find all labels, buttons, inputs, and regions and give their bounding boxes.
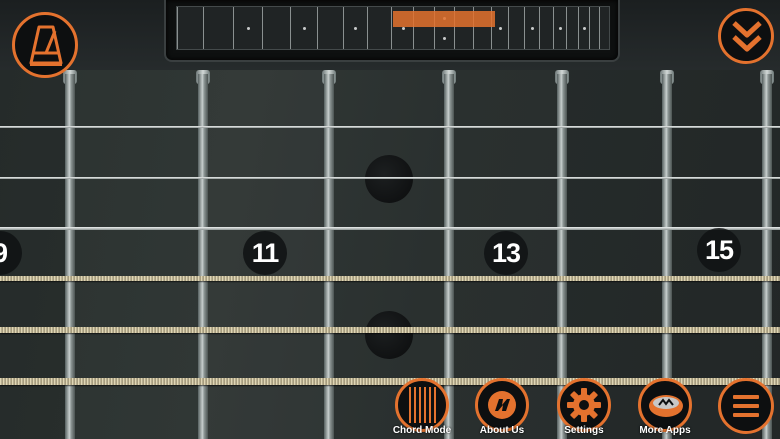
string-2[interactable] <box>0 177 780 179</box>
string-4[interactable] <box>0 276 780 281</box>
metronome-icon <box>27 23 65 67</box>
hamburger-menu-icon <box>733 394 759 418</box>
navigator-viewport-window[interactable] <box>393 11 495 27</box>
string-3[interactable] <box>0 227 780 230</box>
settings-label: Settings <box>564 425 604 436</box>
chord-mode-button[interactable] <box>395 378 449 432</box>
fret-inlay-dot <box>365 155 413 203</box>
brand-logo-icon <box>486 389 518 421</box>
fret-inlay-dot <box>365 311 413 359</box>
about-us-label: About Us <box>479 425 525 436</box>
navigator-track <box>176 6 610 50</box>
gear-icon <box>566 387 602 423</box>
fret-number-13: 13 <box>484 231 528 275</box>
metronome-button[interactable] <box>12 12 78 78</box>
more-apps-label: More Apps <box>639 425 691 436</box>
app-logo-icon <box>647 391 685 421</box>
collapse-button[interactable] <box>718 8 774 64</box>
guitar-app-screen: 9 11 13 15 <box>0 0 780 439</box>
menu-button[interactable] <box>718 378 774 434</box>
more-apps-button[interactable] <box>638 378 692 432</box>
fret-number-11: 11 <box>243 231 287 275</box>
fret-number-15: 15 <box>697 228 741 272</box>
chord-mode-label: Chord Mode <box>392 425 452 436</box>
settings-button[interactable] <box>557 378 611 432</box>
string-5[interactable] <box>0 327 780 333</box>
strings-icon <box>402 385 442 425</box>
fretboard-navigator[interactable] <box>164 0 620 62</box>
double-chevron-down-icon <box>730 19 764 55</box>
about-us-button[interactable] <box>475 378 529 432</box>
string-1[interactable] <box>0 126 780 128</box>
